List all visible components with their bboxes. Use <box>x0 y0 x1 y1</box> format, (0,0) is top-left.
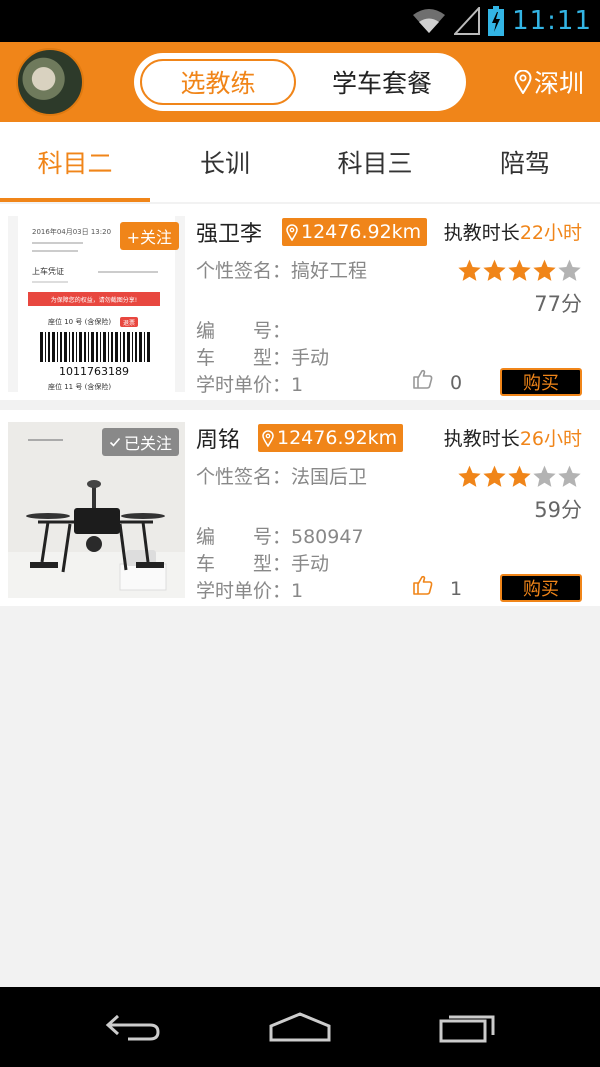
tab-subject-two[interactable]: 科目二 <box>0 122 150 202</box>
followed-label: 已关注 <box>123 434 172 453</box>
hours-value: 26小时 <box>519 428 582 450</box>
coach-name: 周铭 <box>196 428 241 453</box>
home-button[interactable] <box>250 987 350 1067</box>
star-filled-icon <box>483 465 506 487</box>
location-pin-icon <box>514 70 532 94</box>
star-empty-icon <box>533 465 556 487</box>
location-pin-icon <box>286 223 298 241</box>
star-empty-icon <box>558 259 581 281</box>
distance-value: 12476.92km <box>277 427 398 449</box>
avatar[interactable] <box>16 48 84 116</box>
thumbs-up-icon[interactable] <box>412 368 434 390</box>
recent-apps-icon <box>439 1015 495 1043</box>
svg-text:座位 11 号 (含保险): 座位 11 号 (含保险) <box>48 382 111 391</box>
signal-icon <box>454 7 481 35</box>
star-rating <box>457 464 582 489</box>
thumbs-up-icon[interactable] <box>412 574 434 596</box>
recent-apps-button[interactable] <box>418 987 518 1067</box>
tab-driving-package[interactable]: 学车套餐 <box>304 59 460 105</box>
svg-text:为保障您的权益，请勿截图分享!: 为保障您的权益，请勿截图分享! <box>51 296 137 304</box>
svg-text:1011763189: 1011763189 <box>59 365 129 378</box>
coach-photo[interactable]: 已关注 <box>8 422 185 598</box>
buy-button[interactable]: 购买 <box>500 574 582 602</box>
coach-card[interactable]: 2016年04月03日 13:20 上车凭证 为保障您的权益，请勿截图分享! 座… <box>0 204 600 400</box>
car-type: 车 型：手动 <box>196 553 330 575</box>
signature: 个性签名：搞好工程 <box>196 260 368 282</box>
like-count: 0 <box>450 372 463 394</box>
mode-switch: 选教练 学车套餐 <box>134 53 466 111</box>
distance-value: 12476.92km <box>301 221 422 243</box>
city-selector[interactable]: 深圳 <box>514 64 584 100</box>
clock: 11:11 <box>512 6 592 36</box>
back-icon <box>105 1014 160 1041</box>
system-nav-bar <box>0 987 600 1067</box>
svg-text:退票: 退票 <box>123 319 135 327</box>
distance-badge: 12476.92km <box>258 424 404 452</box>
top-header: 选教练 学车套餐 深圳 <box>0 42 600 122</box>
unit-price: 学时单价：1 <box>196 374 304 396</box>
car-type: 车 型：手动 <box>196 347 330 369</box>
star-empty-icon <box>558 465 581 487</box>
star-filled-icon <box>533 259 556 281</box>
coach-name: 强卫李 <box>196 222 263 247</box>
subject-tabs: 科目二 长训 科目三 陪驾 <box>0 122 600 202</box>
star-filled-icon <box>458 465 481 487</box>
followed-button[interactable]: 已关注 <box>101 428 179 456</box>
location-pin-icon <box>262 429 274 447</box>
teaching-hours: 执教时长22小时 <box>444 218 582 245</box>
star-filled-icon <box>458 259 481 281</box>
status-bar: 11:11 <box>0 0 600 42</box>
unit-price: 学时单价：1 <box>196 580 304 602</box>
coach-photo[interactable]: 2016年04月03日 13:20 上车凭证 为保障您的权益，请勿截图分享! 座… <box>8 216 185 392</box>
buy-button[interactable]: 购买 <box>500 368 582 396</box>
like-count: 1 <box>450 578 463 600</box>
svg-text:座位 10 号 (含保险): 座位 10 号 (含保险) <box>48 317 111 326</box>
star-filled-icon <box>508 259 531 281</box>
wifi-icon <box>413 9 446 33</box>
teaching-hours: 执教时长26小时 <box>444 424 582 451</box>
svg-text:上车凭证: 上车凭证 <box>32 266 64 276</box>
score: 77分 <box>534 292 582 316</box>
tab-subject-three[interactable]: 科目三 <box>300 122 450 202</box>
tab-long-training[interactable]: 长训 <box>150 122 300 202</box>
follow-button[interactable]: +关注 <box>119 222 179 250</box>
coach-card[interactable]: 已关注 周铭 12476.92km 执教时长26小时 个性签名：法国后卫 59分… <box>0 410 600 606</box>
check-icon <box>109 437 121 447</box>
hours-value: 22小时 <box>519 222 582 244</box>
city-label: 深圳 <box>533 69 584 98</box>
battery-charging-icon <box>488 6 505 36</box>
hours-label: 执教时长 <box>443 222 520 244</box>
signature: 个性签名：法国后卫 <box>196 466 368 488</box>
star-filled-icon <box>483 259 506 281</box>
coach-number: 编 号：580947 <box>196 526 364 548</box>
star-filled-icon <box>508 465 531 487</box>
home-icon <box>269 1012 331 1042</box>
back-button[interactable] <box>83 987 183 1067</box>
tab-accompany-driving[interactable]: 陪驾 <box>450 122 600 202</box>
tab-choose-coach[interactable]: 选教练 <box>140 59 296 105</box>
svg-text:2016年04月03日 13:20: 2016年04月03日 13:20 <box>32 227 111 236</box>
star-rating <box>457 258 582 283</box>
tab-indicator <box>0 198 150 202</box>
score: 59分 <box>534 498 582 522</box>
hours-label: 执教时长 <box>443 428 520 450</box>
coach-number: 编 号： <box>196 320 292 342</box>
distance-badge: 12476.92km <box>282 218 428 246</box>
